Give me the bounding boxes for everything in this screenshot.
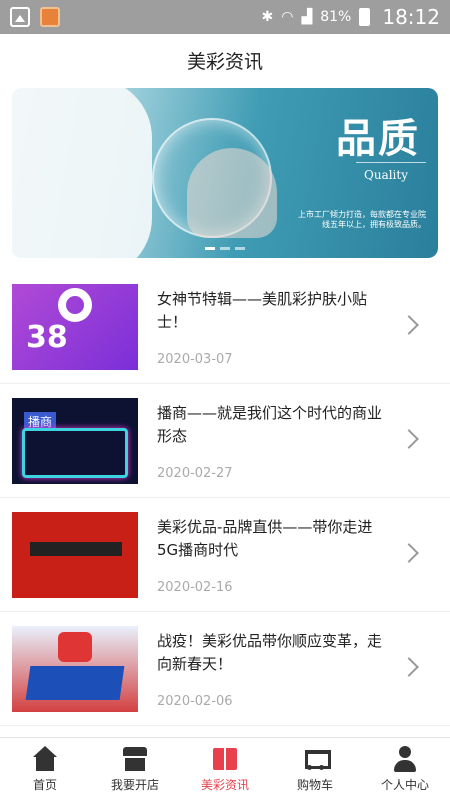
news-thumbnail xyxy=(12,512,138,598)
banner-caption: 上市工厂倾力打造，每款都在专业院线五年以上，拥有极致品质。 xyxy=(298,210,426,229)
news-item[interactable]: 战疫！美彩优品带你顺应变革，走向新春天！ 2020-02-06 xyxy=(0,612,450,726)
tab-news[interactable]: 美彩资讯 xyxy=(180,738,270,800)
chevron-right-icon xyxy=(399,657,419,677)
banner-subtitle: Quality xyxy=(364,168,408,182)
signal-icon: ▟ xyxy=(301,9,313,25)
news-item[interactable]: 38 女神节特辑——美肌彩护肤小贴士！ 2020-03-07 xyxy=(0,270,450,384)
tab-profile[interactable]: 个人中心 xyxy=(360,738,450,800)
news-title: 美彩优品-品牌直供——带你走进5G播商时代 xyxy=(157,518,373,559)
banner-divider xyxy=(356,162,426,163)
chevron-right-icon xyxy=(399,543,419,563)
thumb-graphic xyxy=(58,632,92,662)
news-title: 战疫！美彩优品带你顺应变革，走向新春天！ xyxy=(157,632,383,673)
thumb-graphic-banner xyxy=(25,666,125,700)
tab-home[interactable]: 首页 xyxy=(0,738,90,800)
carousel-dot[interactable] xyxy=(235,247,245,250)
battery-percent: 81% xyxy=(320,9,352,25)
tab-label: 购物车 xyxy=(296,777,333,792)
thumb-graphic-frame xyxy=(22,428,128,478)
news-item[interactable]: 美彩优品-品牌直供——带你走进5G播商时代 2020-02-16 xyxy=(0,498,450,612)
carousel-indicator xyxy=(12,247,438,250)
chevron-right-icon xyxy=(399,429,419,449)
news-thumbnail: 播商 xyxy=(12,398,138,484)
status-bar: ✱ ◠ ▟ 81% 18:12 xyxy=(0,0,450,34)
app-notification-icon xyxy=(40,7,60,27)
tab-cart[interactable]: 购物车 xyxy=(270,738,360,800)
carousel-dot-active[interactable] xyxy=(205,247,215,250)
news-thumbnail: 38 xyxy=(12,284,138,370)
news-date: 2020-02-16 xyxy=(157,580,233,595)
tab-open-store[interactable]: 我要开店 xyxy=(90,738,180,800)
wifi-icon: ◠ xyxy=(281,9,294,25)
gallery-notification-icon xyxy=(10,7,30,27)
home-icon xyxy=(32,745,58,772)
news-title: 播商——就是我们这个时代的商业形态 xyxy=(157,404,383,445)
book-icon xyxy=(212,746,238,772)
news-thumbnail xyxy=(12,626,138,712)
storefront-icon xyxy=(122,746,148,772)
page-header: 美彩资讯 xyxy=(0,34,450,86)
news-date: 2020-02-06 xyxy=(157,694,233,709)
news-title: 女神节特辑——美肌彩护肤小贴士！ xyxy=(157,290,368,331)
news-item[interactable]: 播商 播商——就是我们这个时代的商业形态 2020-02-27 xyxy=(0,384,450,498)
status-time: 18:12 xyxy=(382,5,440,29)
banner-title: 品质 xyxy=(336,115,420,162)
banner-hand-image xyxy=(187,148,277,238)
tab-label: 我要开店 xyxy=(110,777,159,792)
banner-carousel[interactable]: 品质 Quality 上市工厂倾力打造，每款都在专业院线五年以上，拥有极致品质。 xyxy=(12,88,438,258)
tab-label: 首页 xyxy=(32,777,57,792)
news-date: 2020-02-27 xyxy=(157,466,233,481)
news-date: 2020-03-07 xyxy=(157,352,233,367)
page-title: 美彩资讯 xyxy=(186,50,263,73)
tab-label: 美彩资讯 xyxy=(200,777,249,792)
user-icon xyxy=(392,745,418,772)
carousel-dot[interactable] xyxy=(220,247,230,250)
bluetooth-icon: ✱ xyxy=(261,9,274,25)
thumb-graphic xyxy=(58,288,92,322)
news-list: 38 女神节特辑——美肌彩护肤小贴士！ 2020-03-07 播商 播商——就是… xyxy=(0,270,450,726)
bottom-tab-bar: 首页 我要开店 美彩资讯 购物车 个人中心 xyxy=(0,737,450,800)
battery-icon xyxy=(359,8,371,26)
thumb-graphic xyxy=(30,542,122,556)
chevron-right-icon xyxy=(399,315,419,335)
cart-icon xyxy=(302,746,331,772)
thumb-graphic-text: 38 xyxy=(26,320,68,355)
banner-doctor-image xyxy=(12,88,152,258)
tab-label: 个人中心 xyxy=(380,777,429,792)
